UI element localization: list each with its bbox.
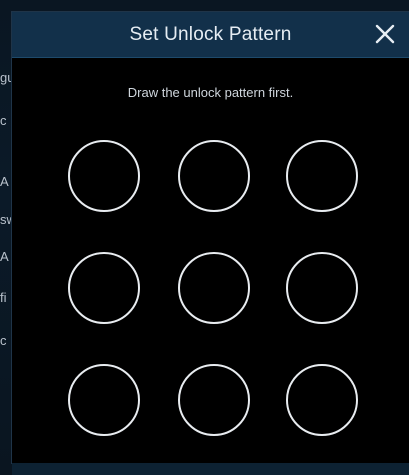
close-icon [375, 24, 395, 44]
dialog-header: Set Unlock Pattern [12, 12, 409, 58]
pattern-dot-8[interactable] [178, 364, 250, 436]
pattern-dot-6[interactable] [286, 252, 358, 324]
pattern-dot-3[interactable] [286, 140, 358, 212]
pattern-dot-4[interactable] [68, 252, 140, 324]
pattern-dot-1[interactable] [68, 140, 140, 212]
pattern-dot-7[interactable] [68, 364, 140, 436]
close-button[interactable] [369, 18, 401, 50]
dialog-title: Set Unlock Pattern [129, 24, 292, 45]
unlock-pattern-dialog: Set Unlock Pattern Draw the unlock patte… [12, 12, 409, 463]
pattern-instruction: Draw the unlock pattern first. [127, 85, 294, 100]
pattern-dot-5[interactable] [178, 252, 250, 324]
dialog-footer-bar [12, 463, 409, 475]
pattern-dot-9[interactable] [286, 364, 358, 436]
pattern-dot-2[interactable] [178, 140, 250, 212]
pattern-grid[interactable] [66, 138, 366, 456]
